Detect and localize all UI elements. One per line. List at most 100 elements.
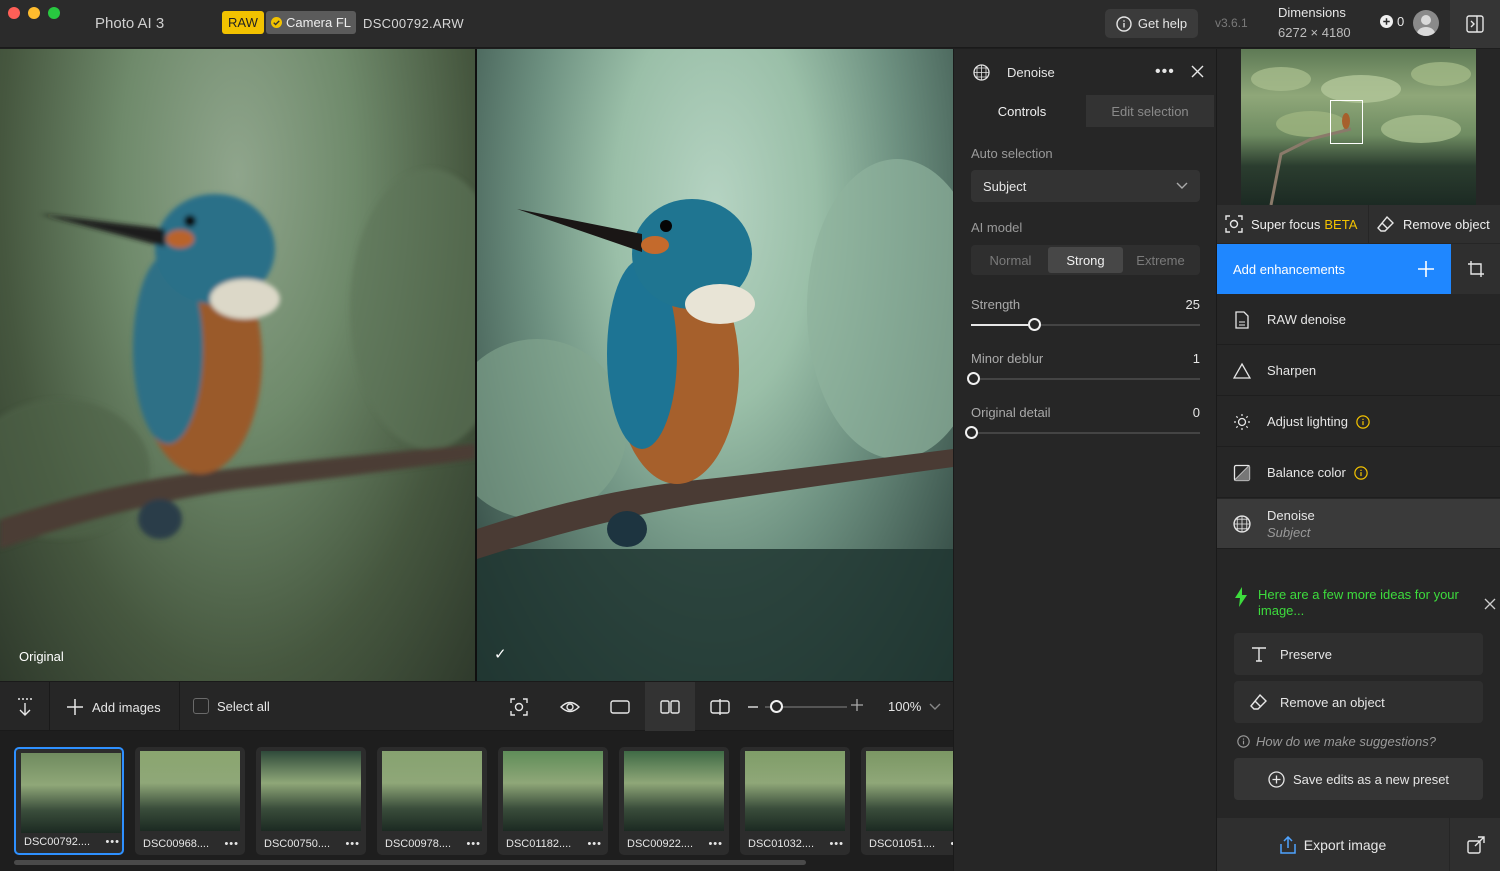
thumbnail-caption: DSC00968.... ••• <box>143 838 239 850</box>
remove-object-button[interactable]: Remove object <box>1369 205 1500 243</box>
lightning-icon <box>1234 587 1248 619</box>
split-view-button[interactable] <box>710 698 730 716</box>
text-icon <box>1250 645 1268 663</box>
side-by-side-view-button[interactable] <box>645 682 695 732</box>
camera-badge[interactable]: Camera FL <box>266 11 357 34</box>
info-icon[interactable] <box>1354 465 1368 480</box>
suggestion-preserve[interactable]: Preserve <box>1234 633 1483 675</box>
thumbnail-image <box>745 751 845 831</box>
thumbnail-more-icon[interactable]: ••• <box>224 838 239 850</box>
export-settings-button[interactable] <box>1450 818 1500 871</box>
zoom-slider-handle[interactable] <box>770 700 783 713</box>
select-all-checkbox[interactable]: Select all <box>193 698 270 714</box>
slider-row: Strength 25 <box>971 297 1200 312</box>
auto-selection-dropdown[interactable]: Subject <box>971 170 1200 202</box>
filmstrip-thumbnail[interactable]: DSC00750.... ••• <box>256 747 366 855</box>
filmstrip-thumbnail[interactable]: DSC00792.... ••• <box>14 747 124 855</box>
zoom-window-button[interactable] <box>48 7 60 19</box>
close-icon[interactable] <box>1191 65 1204 78</box>
focus-view-button[interactable] <box>510 698 528 716</box>
export-image-button[interactable]: Export image <box>1217 818 1449 871</box>
navigator-thumbnail[interactable] <box>1241 49 1476 205</box>
enhancement-label: Denoise <box>1267 507 1315 523</box>
minimize-window-button[interactable] <box>28 7 40 19</box>
filmstrip-thumbnail[interactable]: DSC00922.... ••• <box>619 747 729 855</box>
enhancement-sharpen[interactable]: Sharpen <box>1217 346 1500 396</box>
enhancement-raw-denoise[interactable]: RAW denoise <box>1217 295 1500 345</box>
thumbnail-more-icon[interactable]: ••• <box>105 836 120 848</box>
info-icon[interactable] <box>1356 414 1370 429</box>
ai-model-selector: Normal Strong Extreme <box>971 245 1200 275</box>
denoise-panel-title: Denoise <box>1007 65 1055 80</box>
slider-handle[interactable] <box>965 426 978 439</box>
ai-model-option-extreme[interactable]: Extreme <box>1123 247 1198 273</box>
tab-edit-selection[interactable]: Edit selection <box>1086 95 1214 127</box>
dimensions-value: 6272 × 4180 <box>1278 25 1351 40</box>
super-focus-button[interactable]: Super focus BETA <box>1217 205 1368 243</box>
single-view-button[interactable] <box>610 698 630 716</box>
slider-track[interactable] <box>971 378 1200 380</box>
enhancements-panel: Super focus BETA Remove object Add enhan… <box>1216 49 1500 871</box>
enhancement-text: Denoise Subject <box>1267 508 1315 540</box>
get-help-button[interactable]: Get help <box>1105 9 1198 38</box>
slider-value[interactable]: 25 <box>1186 297 1200 312</box>
thumbnail-more-icon[interactable]: ••• <box>466 838 481 850</box>
enhancement-label: Adjust lighting <box>1267 414 1348 429</box>
thumbnail-filename: DSC00978.... <box>385 838 452 850</box>
thumbnail-more-icon[interactable]: ••• <box>587 838 602 850</box>
plus-circle-icon <box>1268 770 1285 788</box>
zoom-level-dropdown[interactable]: 100% <box>888 699 941 714</box>
zoom-in-button[interactable] <box>851 699 863 711</box>
add-images-button[interactable]: Add images <box>66 698 161 716</box>
image-viewer[interactable]: Original ✓ <box>0 49 953 681</box>
enhancement-denoise[interactable]: Denoise Subject <box>1217 499 1500 549</box>
thumbnail-caption: DSC00792.... ••• <box>24 836 120 848</box>
slider-fill <box>971 324 1029 326</box>
crop-button[interactable] <box>1451 244 1500 294</box>
thumbnail-caption: DSC01032.... ••• <box>748 838 844 850</box>
thumbnail-more-icon[interactable]: ••• <box>829 838 844 850</box>
filmstrip-thumbnail[interactable]: DSC00968.... ••• <box>135 747 245 855</box>
filmstrip-thumbnail[interactable]: DSC00978.... ••• <box>377 747 487 855</box>
side-by-side-icon <box>660 698 680 716</box>
thumbnail-more-icon[interactable]: ••• <box>345 838 360 850</box>
viewer-toolbar: Add images Select all 100% <box>0 681 953 732</box>
thumbnail-caption: DSC00750.... ••• <box>264 838 360 850</box>
export-window-icon <box>1466 835 1485 854</box>
zoom-out-button[interactable] <box>748 706 758 708</box>
filmstrip-scrollbar[interactable] <box>14 860 806 865</box>
raw-badge: RAW <box>222 11 264 34</box>
more-options-icon[interactable]: ••• <box>1155 63 1175 81</box>
checkbox-icon <box>193 698 209 714</box>
tab-controls[interactable]: Controls <box>958 95 1086 127</box>
slider-value[interactable]: 0 <box>1193 405 1200 420</box>
filmstrip-thumbnail[interactable]: DSC01032.... ••• <box>740 747 850 855</box>
slider-label: Strength <box>971 297 1021 312</box>
avatar[interactable] <box>1413 10 1439 36</box>
arrow-down-icon <box>16 697 34 717</box>
preview-toggle-button[interactable] <box>560 698 580 716</box>
credits-counter[interactable]: 0 <box>1380 14 1404 29</box>
close-window-button[interactable] <box>8 7 20 19</box>
navigator-viewport-rect[interactable] <box>1330 100 1363 144</box>
suggestion-remove-object[interactable]: Remove an object <box>1234 681 1483 723</box>
slider-handle[interactable] <box>1028 318 1042 331</box>
add-enhancements-label: Add enhancements <box>1233 261 1346 277</box>
close-suggestions-icon[interactable] <box>1484 598 1496 610</box>
denoise-tabs: Controls Edit selection <box>958 95 1214 127</box>
collapse-filmstrip-button[interactable] <box>16 697 34 717</box>
how-suggestions-link[interactable]: How do we make suggestions? <box>1237 734 1436 749</box>
slider-handle[interactable] <box>967 372 981 385</box>
save-preset-button[interactable]: Save edits as a new preset <box>1234 758 1483 800</box>
slider-track[interactable] <box>971 432 1200 434</box>
add-enhancements-button[interactable]: Add enhancements <box>1217 244 1451 294</box>
enhancement-adjust-lighting[interactable]: Adjust lighting <box>1217 397 1500 447</box>
ai-model-option-normal[interactable]: Normal <box>973 247 1048 273</box>
ai-model-option-strong[interactable]: Strong <box>1048 247 1123 273</box>
sidebar-toggle-button[interactable] <box>1450 0 1500 48</box>
slider-value[interactable]: 1 <box>1193 351 1200 366</box>
filmstrip-thumbnail[interactable]: DSC01182.... ••• <box>498 747 608 855</box>
slider-label: Minor deblur <box>971 351 1044 366</box>
enhancement-balance-color[interactable]: Balance color <box>1217 448 1500 498</box>
thumbnail-more-icon[interactable]: ••• <box>708 838 723 850</box>
